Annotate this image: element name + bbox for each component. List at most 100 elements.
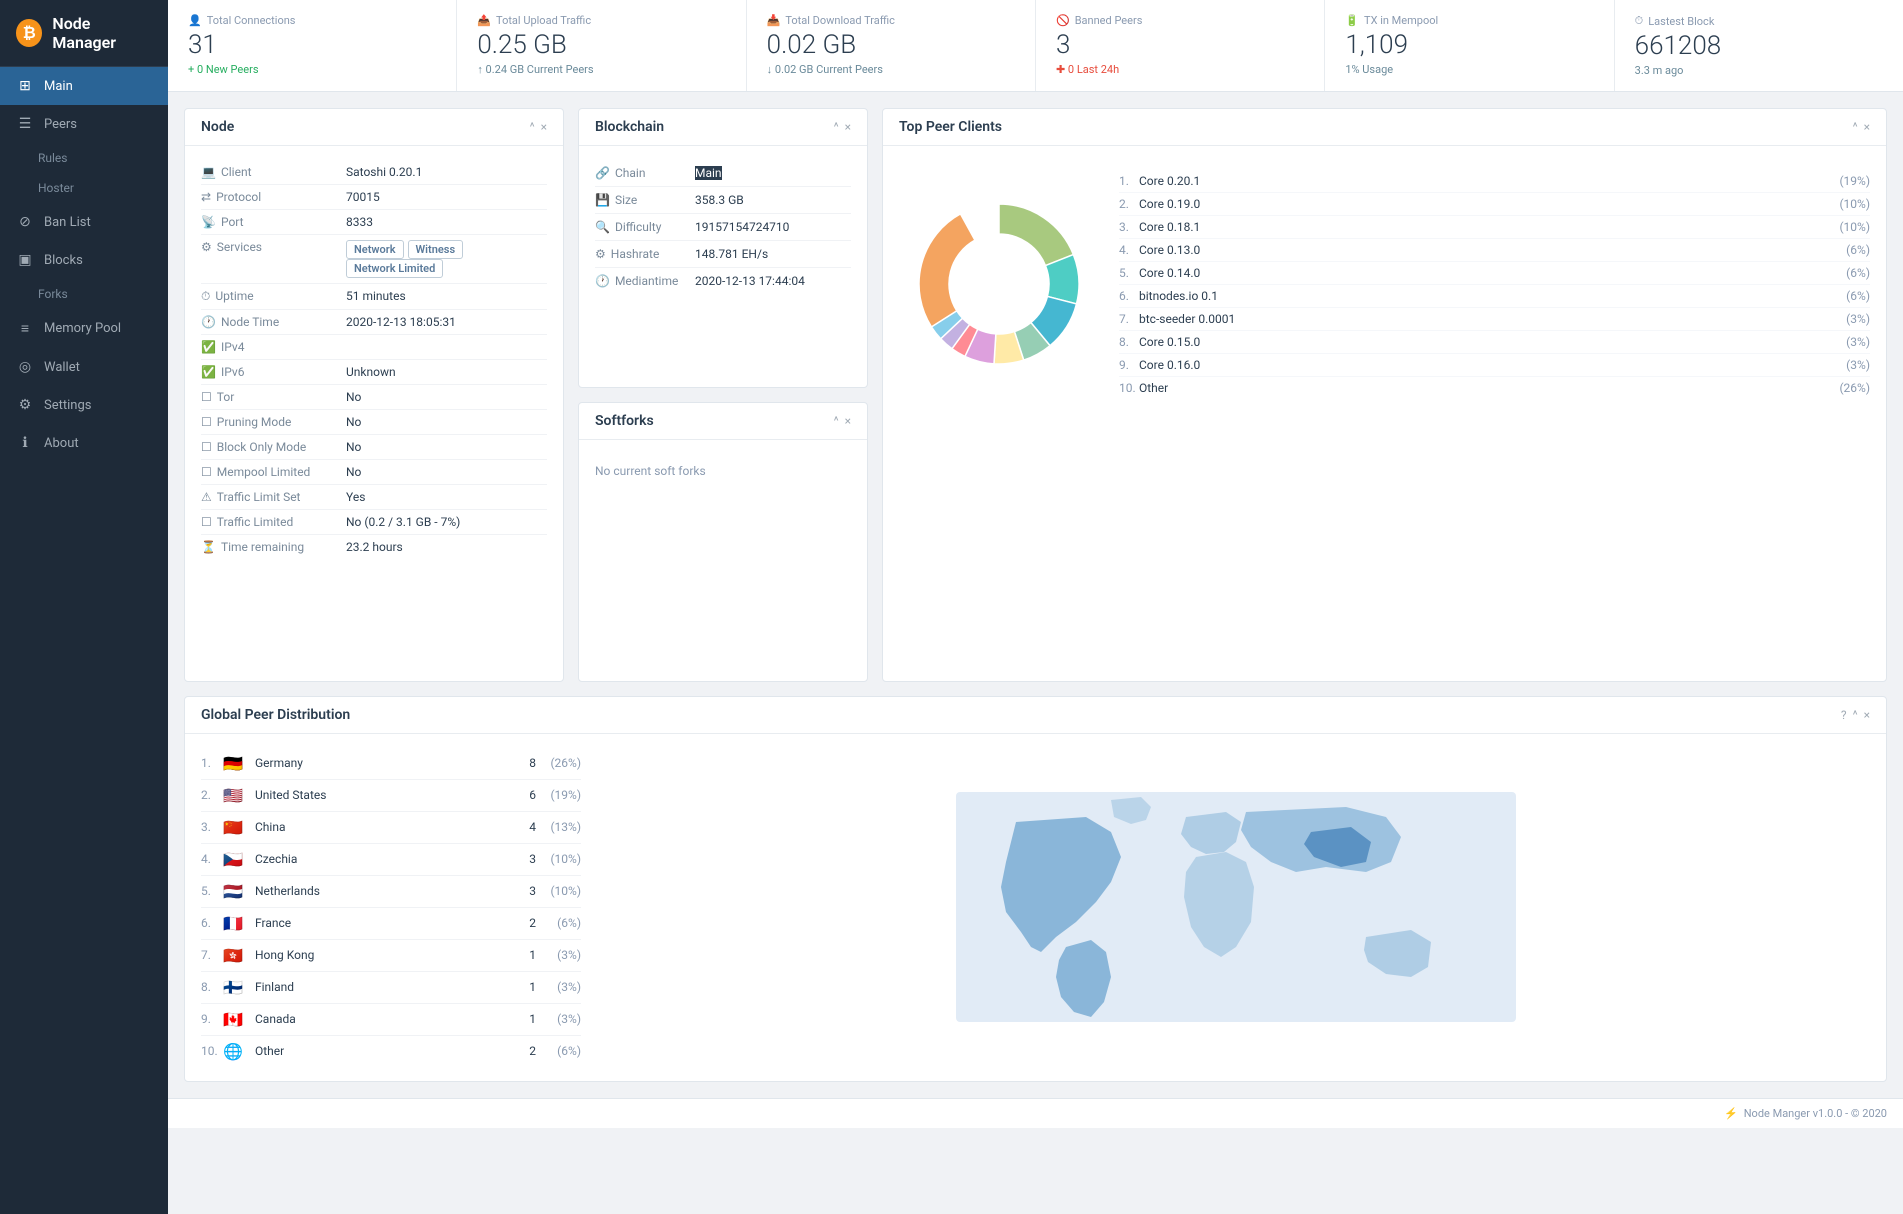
sidebar-item-forks[interactable]: Forks [0,279,168,309]
sidebar-item-about[interactable]: ℹ About [0,424,168,462]
top-peer-close-btn[interactable]: × [1864,120,1870,134]
peer-name: Core 0.13.0 [1139,243,1846,257]
global-peer-help-btn[interactable]: ? [1841,708,1847,722]
node-close-btn[interactable]: × [541,120,547,134]
node-key: ✅ IPv6 [201,365,346,379]
peer-dist-row: 4. 🇨🇿 Czechia 3 (10%) [201,844,581,876]
peer-rank: 9. [1119,358,1139,372]
sidebar-label-banlist: Ban List [44,215,91,230]
peer-dist-flag: 🌐 [223,1042,247,1061]
peer-rank: 6. [1119,289,1139,303]
peer-name: Core 0.19.0 [1139,197,1839,211]
stat-upload-sub: ↑ 0.24 GB Current Peers [477,63,725,76]
top-peer-minimize-btn[interactable]: ^ [1853,120,1858,134]
peer-dist-flag: 🇨🇦 [223,1010,247,1029]
sidebar-item-settings[interactable]: ⚙ Settings [0,386,168,424]
sidebar-item-banlist[interactable]: ⊘ Ban List [0,203,168,241]
mempool-stat-icon: 🔋 [1345,14,1359,27]
peer-dist-count: 2 [506,916,536,930]
blockchain-close-btn[interactable]: × [845,120,851,134]
peer-dist-count: 1 [506,948,536,962]
node-val: No [346,440,361,454]
badge-witness: Witness [408,240,464,259]
node-val: NetworkWitnessNetwork Limited [346,240,547,278]
sidebar-item-wallet[interactable]: ◎ Wallet [0,348,168,386]
peer-rank: 10. [1119,381,1139,395]
node-row: ☐ Mempool Limited No [201,460,547,485]
sidebar-item-peers[interactable]: ☰ Peers [0,105,168,143]
download-icon: 📥 [767,14,781,27]
peer-dist-rank: 6. [201,916,223,930]
peer-name: Core 0.14.0 [1139,266,1846,280]
stat-upload-label: 📤 Total Upload Traffic [477,14,725,27]
softforks-card: Softforks ^ × No current soft forks [578,402,868,682]
peer-dist-country: United States [255,788,506,802]
peer-dist-country: Czechia [255,852,506,866]
stat-lastblock: ⏱ Lastest Block 661208 3.3 m ago [1615,0,1903,91]
node-val: No [346,465,361,479]
node-row: ☐ Pruning Mode No [201,410,547,435]
top-peer-card: Top Peer Clients ^ × [882,108,1887,682]
sidebar-item-main[interactable]: ⊞ Main [0,67,168,105]
sidebar-label-main: Main [44,79,73,94]
stat-lastblock-label: ⏱ Lastest Block [1635,14,1883,28]
blockchain-val: 358.3 GB [695,193,744,207]
node-field-icon: ☐ [201,515,212,529]
sidebar-item-mempool[interactable]: ≡ Memory Pool [0,309,168,348]
peer-dist-row: 8. 🇫🇮 Finland 1 (3%) [201,972,581,1004]
node-row: ✅ IPv6 Unknown [201,360,547,385]
node-val: Satoshi 0.20.1 [346,165,422,179]
global-peer-minimize-btn[interactable]: ^ [1853,708,1858,722]
node-field-icon: ☐ [201,415,212,429]
blockchain-row: 💾 Size 358.3 GB [595,187,851,214]
peer-dist-country: France [255,916,506,930]
node-card: Node ^ × 💻 Client Satoshi 0.20.1 ⇄ Proto… [184,108,564,682]
softforks-minimize-btn[interactable]: ^ [834,414,839,428]
blocks-icon: ▣ [16,252,34,268]
chain-badge: Main [695,166,722,180]
softforks-card-title: Softforks [595,413,654,429]
blockchain-minimize-btn[interactable]: ^ [834,120,839,134]
peer-dist-rank: 1. [201,756,223,770]
global-peer-card: Global Peer Distribution ? ^ × 1. 🇩🇪 Ger… [184,696,1887,1082]
sidebar-item-hoster[interactable]: Hoster [0,173,168,203]
global-peer-close-btn[interactable]: × [1864,708,1870,722]
peer-name: btc-seeder 0.0001 [1139,312,1846,326]
peer-list: 1. Core 0.20.1 (19%)2. Core 0.19.0 (10%)… [1119,170,1870,399]
peer-list-item: 9. Core 0.16.0 (3%) [1119,354,1870,377]
node-val: No [346,415,361,429]
peer-dist-pct: (19%) [536,788,581,802]
node-field-icon: ✅ [201,365,216,379]
peer-dist-rank: 2. [201,788,223,802]
node-row: 💻 Client Satoshi 0.20.1 [201,160,547,185]
peer-dist-count: 2 [506,1044,536,1058]
peer-dist-rank: 9. [201,1012,223,1026]
peer-name: bitnodes.io 0.1 [1139,289,1846,303]
peer-dist-flag: 🇩🇪 [223,754,247,773]
peer-pct: (6%) [1846,243,1870,257]
node-card-controls: ^ × [530,120,547,134]
sidebar-label-peers: Peers [44,117,77,132]
sidebar-item-blocks[interactable]: ▣ Blocks [0,241,168,279]
sidebar-label-wallet: Wallet [44,360,80,375]
node-row: ⚙ Services NetworkWitnessNetwork Limited [201,235,547,284]
node-minimize-btn[interactable]: ^ [530,120,535,134]
top-peer-card-controls: ^ × [1853,120,1870,134]
node-key: 📡 Port [201,215,346,229]
stat-mempool-value: 1,109 [1345,31,1593,60]
node-row: ⚠ Traffic Limit Set Yes [201,485,547,510]
stat-mempool: 🔋 TX in Mempool 1,109 1% Usage [1325,0,1614,91]
peer-dist-pct: (10%) [536,884,581,898]
sidebar-label-hoster: Hoster [38,181,74,195]
softforks-card-body: No current soft forks [579,440,867,502]
sidebar-item-rules[interactable]: Rules [0,143,168,173]
peer-dist-count: 4 [506,820,536,834]
peer-pct: (26%) [1839,381,1870,395]
softforks-close-btn[interactable]: × [845,414,851,428]
peer-dist-pct: (6%) [536,916,581,930]
stat-connections-value: 31 [188,31,436,60]
node-field-icon: ☐ [201,465,212,479]
peer-pct: (3%) [1846,358,1870,372]
node-key: ☐ Block Only Mode [201,440,346,454]
sidebar-label-about: About [44,436,79,451]
